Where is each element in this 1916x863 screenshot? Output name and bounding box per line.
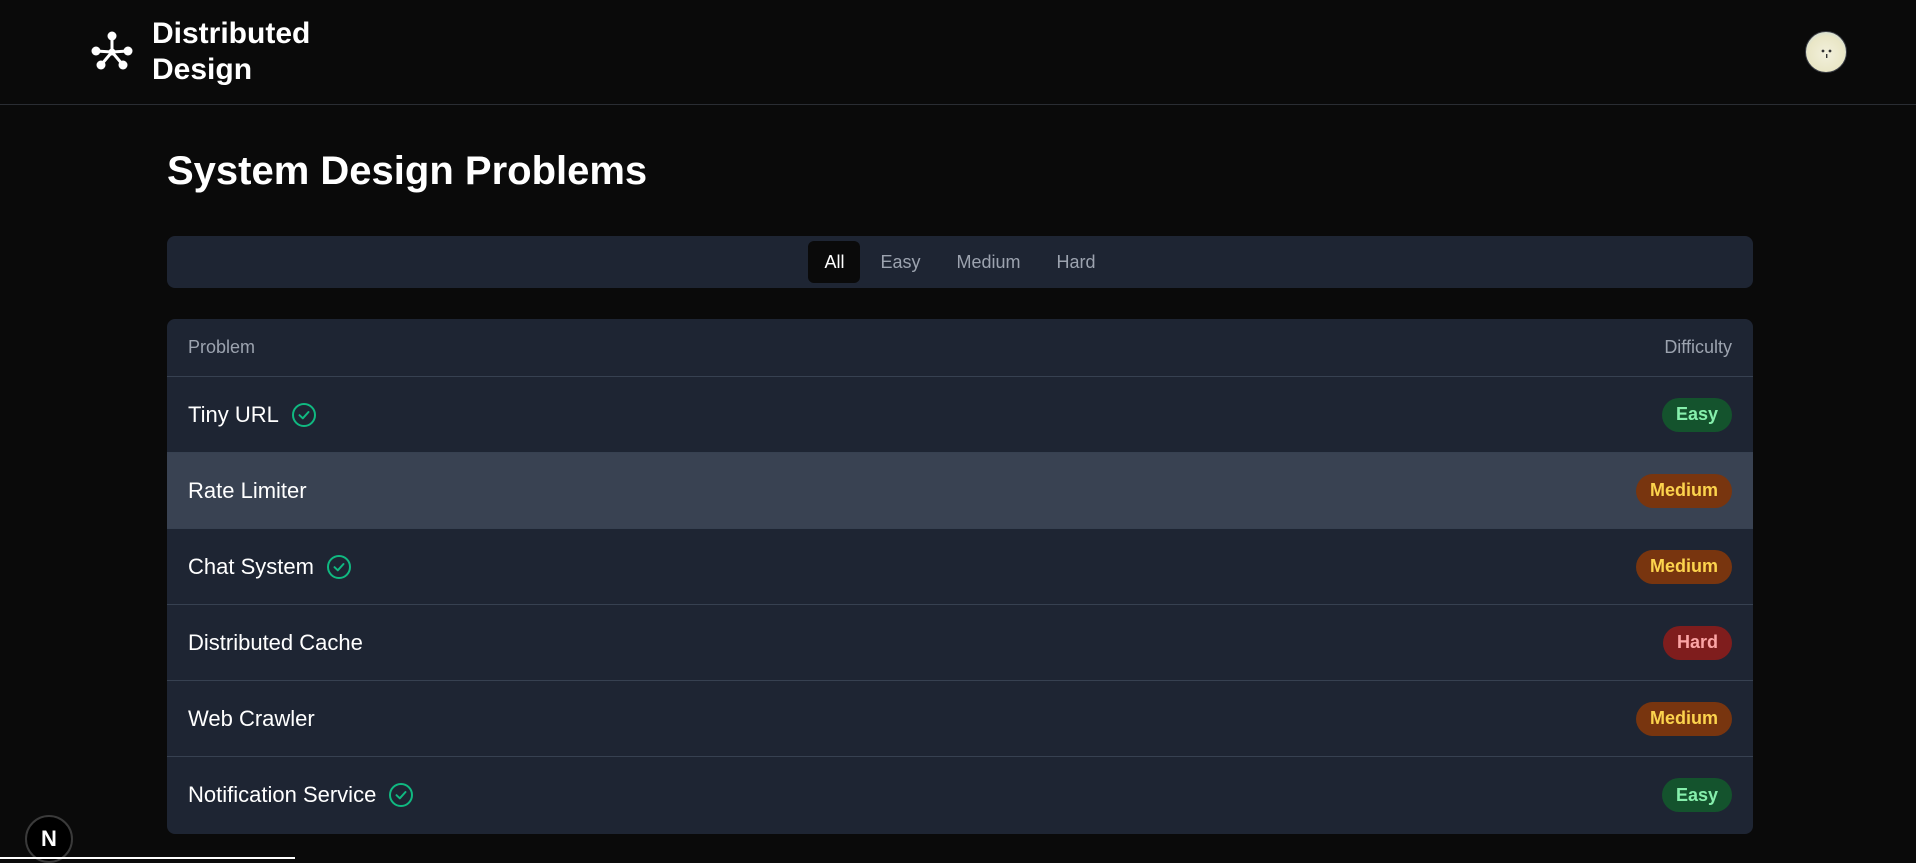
problem-name[interactable]: Distributed Cache [188, 630, 363, 656]
problem-cell: Tiny URL [188, 402, 317, 428]
brand-logo[interactable]: Distributed Design [90, 16, 352, 88]
check-circle-icon [389, 783, 414, 807]
filter-tab-medium[interactable]: Medium [941, 241, 1037, 283]
problems-table: Problem Difficulty Tiny URL Easy Rate Limi… [167, 319, 1753, 834]
check-circle-icon [291, 402, 316, 427]
table-row[interactable]: Tiny URL Easy [167, 377, 1753, 453]
difficulty-badge: Hard [1662, 625, 1732, 660]
problem-name[interactable]: Notification Service [188, 782, 376, 808]
table-row[interactable]: Web Crawler Medium [167, 681, 1753, 757]
user-avatar[interactable] [1805, 31, 1847, 73]
page-title: System Design Problems [167, 149, 648, 193]
table-row[interactable]: Distributed Cache Hard [167, 605, 1753, 681]
check-circle-icon [326, 554, 351, 579]
difficulty-badge: Medium [1635, 701, 1732, 736]
brand-name: Distributed Design [152, 16, 352, 88]
avatar-face-icon [1821, 49, 1832, 58]
problem-name[interactable]: Rate Limiter [188, 478, 307, 504]
problem-cell: Chat System [188, 554, 352, 580]
difficulty-badge: Medium [1635, 549, 1732, 584]
difficulty-badge: Medium [1635, 473, 1732, 508]
problem-cell: Notification Service [188, 782, 414, 808]
problem-name[interactable]: Tiny URL [188, 402, 279, 428]
problem-name[interactable]: Web Crawler [188, 706, 315, 732]
difficulty-badge: Easy [1661, 397, 1732, 432]
filter-tab-all[interactable]: All [808, 241, 861, 283]
table-header: Problem Difficulty [167, 319, 1753, 377]
problem-cell: Distributed Cache [188, 630, 363, 656]
problem-cell: Rate Limiter [188, 478, 307, 504]
filter-tab-easy[interactable]: Easy [864, 241, 936, 283]
problem-name[interactable]: Chat System [188, 554, 314, 580]
table-row[interactable]: Rate Limiter Medium [167, 453, 1753, 529]
header-difficulty: Difficulty [1664, 337, 1732, 357]
network-nodes-icon [91, 31, 133, 70]
header-problem: Problem [188, 337, 256, 357]
table-row[interactable]: Chat System Medium [167, 529, 1753, 605]
difficulty-badge: Easy [1661, 778, 1732, 812]
brand-name-line1: Distributed [152, 17, 311, 50]
difficulty-filter-bar: All Easy Medium Hard [167, 236, 1753, 288]
table-row[interactable]: Notification Service Easy [167, 757, 1753, 833]
brand-name-line2: Design [152, 53, 253, 86]
problem-cell: Web Crawler [188, 706, 315, 732]
filter-tab-hard[interactable]: Hard [1041, 241, 1112, 283]
table-body: Tiny URL Easy Rate Limiter Medium Chat Syste… [167, 377, 1753, 833]
top-navbar: Distributed Design [0, 0, 1916, 105]
dev-indicator-button[interactable]: N [25, 815, 73, 863]
